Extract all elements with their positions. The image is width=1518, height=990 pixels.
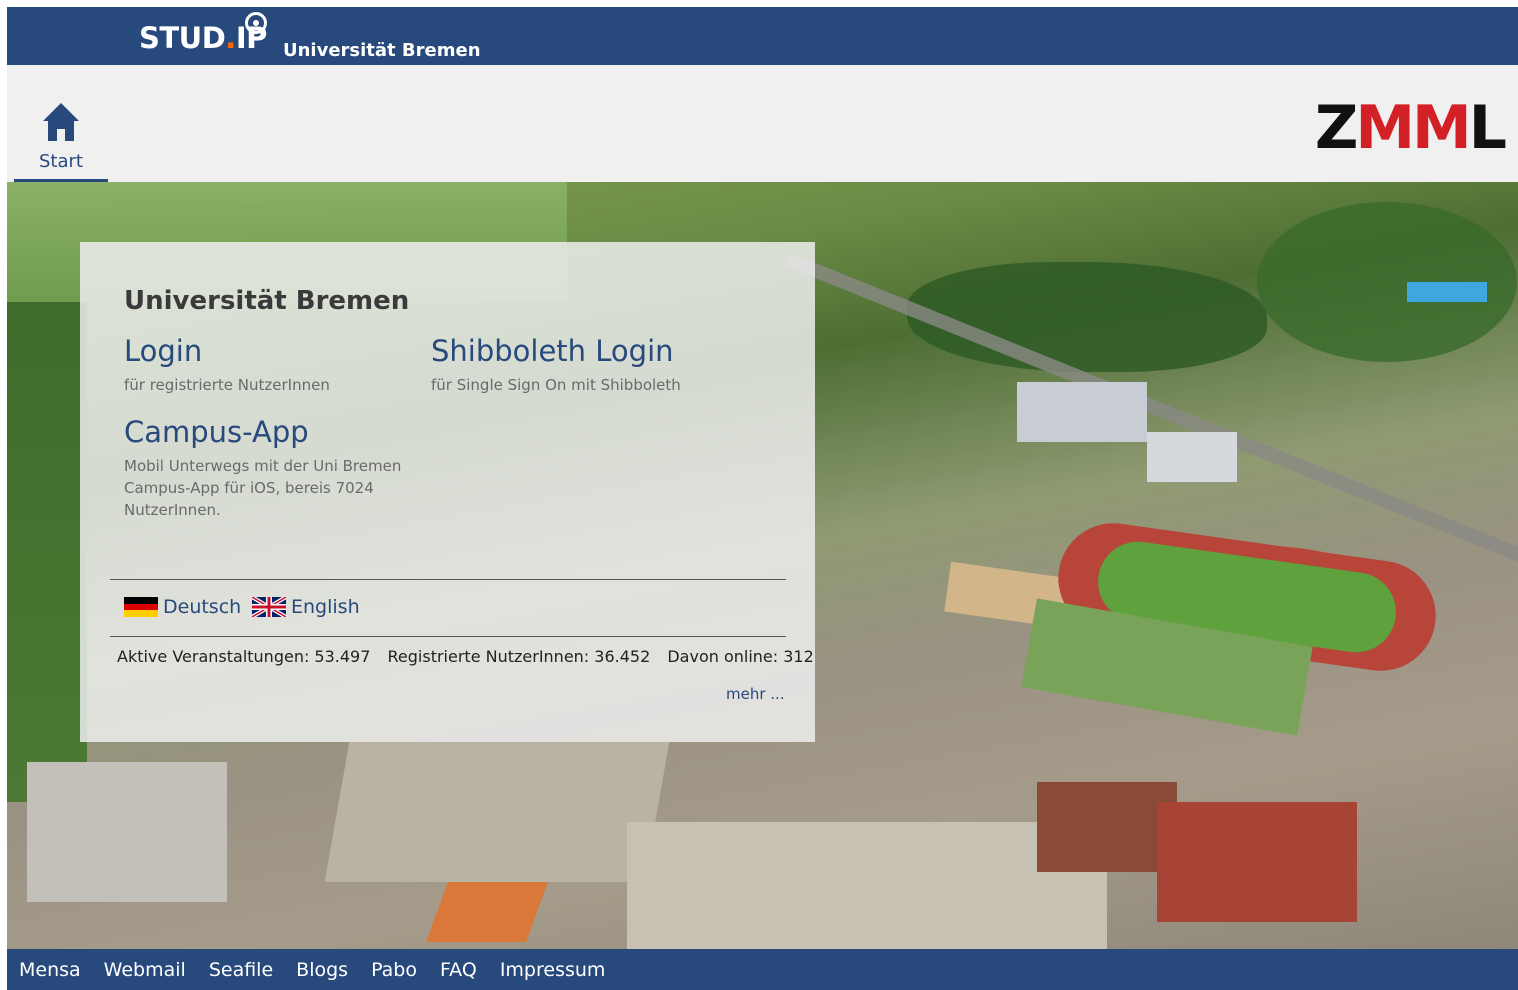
language-deutsch[interactable]: Deutsch xyxy=(124,596,241,618)
flag-uk-icon xyxy=(252,597,286,617)
nav-start-label: Start xyxy=(39,151,83,172)
zmml-logo-text: ZMML xyxy=(1314,93,1507,163)
footer-link-webmail[interactable]: Webmail xyxy=(104,959,186,981)
page: STUD.IP Universität Bremen Start ZMML Un… xyxy=(0,0,1518,990)
nav-start[interactable]: Start xyxy=(14,101,108,182)
studip-ring-icon xyxy=(245,12,267,34)
stat-online: Davon online: 312 xyxy=(667,647,814,666)
more-link[interactable]: mehr ... xyxy=(726,685,785,703)
footer-link-mensa[interactable]: Mensa xyxy=(19,959,81,981)
campus-app-link[interactable]: Campus-App xyxy=(124,415,309,449)
campus-app-description: Mobil Unterwegs mit der Uni Bremen Campu… xyxy=(124,457,402,519)
footer-link-pabo[interactable]: Pabo xyxy=(371,959,417,981)
shibboleth-login-link[interactable]: Shibboleth Login xyxy=(431,334,674,368)
statistics: Aktive Veranstaltungen: 53.497 Registrie… xyxy=(117,647,826,666)
shibboleth-description: für Single Sign On mit Shibboleth xyxy=(431,376,681,394)
home-icon xyxy=(43,103,79,141)
divider xyxy=(110,636,786,637)
footer-link-seafile[interactable]: Seafile xyxy=(209,959,273,981)
login-link[interactable]: Login xyxy=(124,334,202,368)
language-english-label: English xyxy=(291,596,360,618)
footer-link-impressum[interactable]: Impressum xyxy=(500,959,606,981)
top-bar: STUD.IP Universität Bremen xyxy=(7,7,1518,65)
divider xyxy=(110,579,786,580)
language-deutsch-label: Deutsch xyxy=(163,596,242,618)
university-title: Universität Bremen xyxy=(283,40,481,61)
zmml-logo[interactable]: ZMML xyxy=(1314,93,1507,163)
footer-bar: Mensa Webmail Seafile Blogs Pabo FAQ Imp… xyxy=(7,949,1518,990)
stat-active-courses: Aktive Veranstaltungen: 53.497 xyxy=(117,647,371,666)
footer-link-faq[interactable]: FAQ xyxy=(440,959,477,981)
login-description: für registrierte NutzerInnen xyxy=(124,376,330,394)
flag-de-icon xyxy=(124,597,158,617)
footer-link-blogs[interactable]: Blogs xyxy=(296,959,348,981)
language-english[interactable]: English xyxy=(252,596,360,618)
login-panel: Universität Bremen Login für registriert… xyxy=(80,242,815,742)
studip-logo-text: STUD xyxy=(139,21,226,55)
panel-title: Universität Bremen xyxy=(124,286,410,316)
studip-logo-dot: . xyxy=(225,21,236,55)
navigation-bar: Start ZMML xyxy=(7,65,1518,182)
stat-registered-users: Registrierte NutzerInnen: 36.452 xyxy=(387,647,651,666)
